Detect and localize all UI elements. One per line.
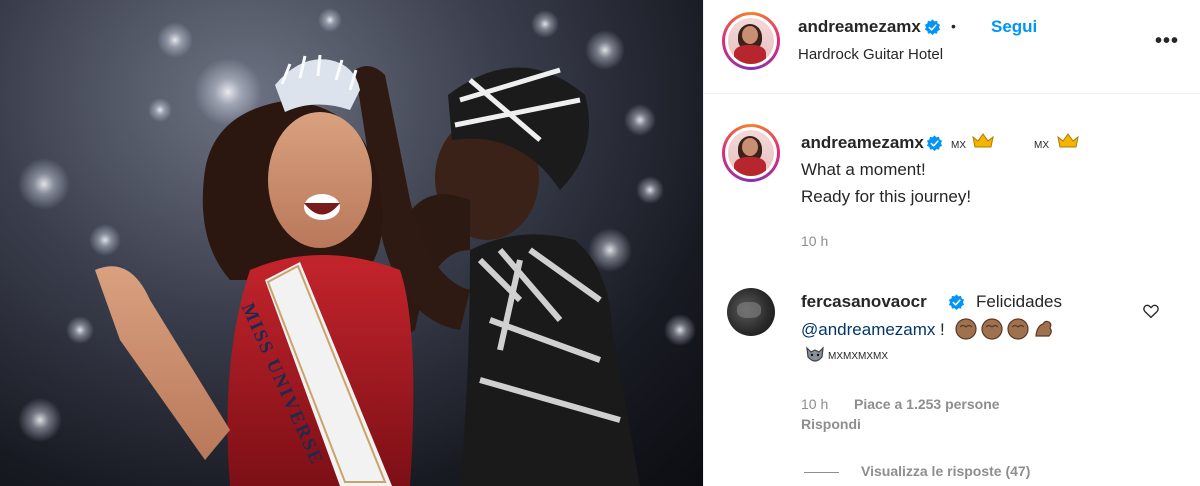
comment-flags: MXMXMXMX	[828, 351, 888, 362]
post-panel: andreamezamx • Segui Hardrock Guitar Hot…	[703, 0, 1200, 486]
separator-dot: •	[951, 18, 956, 34]
view-replies-button[interactable]: Visualizza le risposte (47)	[861, 463, 1030, 479]
commenter-avatar[interactable]	[727, 288, 775, 336]
caption-line-2: Ready for this journey!	[801, 187, 972, 206]
follow-button[interactable]: Segui	[991, 17, 1037, 37]
commenter-verified-badge-icon	[948, 294, 965, 311]
wolf-emoji-icon	[806, 346, 824, 362]
post-location[interactable]: Hardrock Guitar Hotel	[798, 46, 943, 63]
crown-icon-2	[1057, 133, 1079, 148]
flexed-biceps-emoji-icon	[1035, 320, 1052, 337]
author-username[interactable]: andreamezamx	[798, 17, 921, 37]
commenter-username[interactable]: fercasanovaocr	[801, 292, 927, 312]
flag-mx-2: MX	[1034, 140, 1049, 151]
caption-timestamp[interactable]: 10 h	[801, 233, 828, 249]
post-photo[interactable]: MISS UNIVERSE	[0, 0, 703, 486]
comment-text: Felicidades	[976, 292, 1062, 311]
like-comment-heart-icon[interactable]	[1142, 302, 1160, 320]
comment-timestamp[interactable]: 10 h	[801, 396, 828, 412]
verified-badge-icon	[924, 19, 941, 36]
caption-line-1: What a moment!	[801, 160, 926, 179]
fist-emoji-icon-1	[955, 318, 977, 340]
crown-icon-1	[972, 133, 994, 148]
post-header: andreamezamx • Segui Hardrock Guitar Hot…	[704, 0, 1200, 94]
comment-exclamation: !	[940, 320, 945, 339]
more-options-icon[interactable]: •••	[1155, 30, 1179, 53]
caption-username[interactable]: andreamezamx	[801, 133, 924, 153]
fist-emoji-icon-2	[981, 318, 1003, 340]
view-replies-line	[804, 472, 839, 473]
comment-mention[interactable]: @andreamezamx	[801, 320, 935, 340]
caption-verified-badge-icon	[926, 135, 943, 152]
fist-emoji-icon-3	[1007, 318, 1029, 340]
comment-likes[interactable]: Piace a 1.253 persone	[854, 396, 1000, 412]
author-avatar[interactable]	[722, 12, 780, 70]
photo-illustration	[18, 8, 696, 486]
reply-button[interactable]: Rispondi	[801, 416, 861, 432]
caption-author-avatar[interactable]	[722, 124, 780, 182]
flag-mx-1: MX	[951, 140, 966, 151]
